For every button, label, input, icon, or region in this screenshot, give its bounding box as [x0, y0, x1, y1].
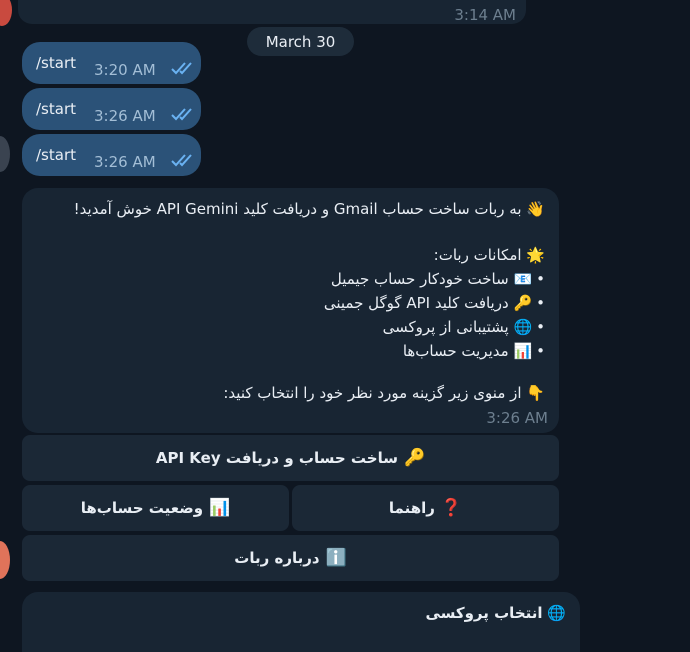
avatar[interactable] [0, 136, 10, 172]
button-label: ساخت حساب و دریافت API Key [155, 449, 398, 467]
previous-message-bubble: 3:14 AM [18, 0, 526, 24]
feature-item: •📊 مدیریت حساب‌ها [402, 342, 545, 360]
information-icon: ℹ️ [325, 548, 347, 568]
message-text: /start [36, 54, 76, 72]
account-status-button[interactable]: 📊 وضعیت حساب‌ها [22, 485, 289, 531]
double-check-icon [171, 154, 192, 167]
about-button[interactable]: ℹ️ درباره ربات [22, 535, 559, 581]
message-text: /start [36, 100, 76, 118]
button-label: درباره ربات [234, 549, 320, 567]
key-icon: 🔑 [403, 448, 426, 468]
glowing-star-icon: 🌟 [526, 246, 545, 264]
bar-chart-icon: 📊 [209, 498, 231, 518]
outgoing-message[interactable]: /start 3:20 AM [22, 42, 201, 84]
avatar-top[interactable] [0, 0, 12, 26]
prompt-text: از منوی زیر گزینه مورد نظر خود را انتخاب… [223, 384, 522, 402]
outgoing-message[interactable]: /start 3:26 AM [22, 88, 201, 130]
message-time: 3:26 AM [486, 409, 548, 427]
bar-chart-icon: 📊 [513, 342, 533, 360]
proxy-title-line: 🌐 انتخاب پروکسی [425, 604, 566, 622]
button-label: وضعیت حساب‌ها [80, 499, 204, 517]
waving-hand-icon: 👋 [526, 200, 545, 218]
feature-item: •📧 ساخت خودکار حساب جیمیل [330, 270, 545, 288]
button-label: راهنما [388, 499, 435, 517]
welcome-text: به ربات ساخت حساب Gmail و دریافت کلید AP… [73, 200, 522, 218]
globe-icon: 🌐 [513, 318, 533, 336]
help-button[interactable]: ❓ راهنما [292, 485, 559, 531]
date-separator[interactable]: March 30 [247, 27, 354, 56]
feature-item: •🔑 دریافت کلید API گوگل جمینی [323, 294, 545, 312]
message-time: 3:26 AM [94, 107, 156, 125]
proxy-title: انتخاب پروکسی [425, 604, 543, 622]
feature-item: •🌐 پشتیبانی از پروکسی [382, 318, 545, 336]
double-check-icon [171, 108, 192, 121]
bot-message-proxy[interactable]: 🌐 انتخاب پروکسی [22, 592, 580, 652]
envelope-icon: 📧 [513, 270, 533, 288]
message-time: 3:14 AM [454, 6, 516, 24]
features-title-line: 🌟 امکانات ربات: [434, 246, 545, 264]
pointing-down-icon: 👇 [526, 384, 545, 402]
message-text: /start [36, 146, 76, 164]
outgoing-message[interactable]: /start 3:26 AM [22, 134, 201, 176]
question-mark-icon: ❓ [440, 498, 463, 518]
key-icon: 🔑 [513, 294, 533, 312]
prompt-line: 👇 از منوی زیر گزینه مورد نظر خود را انتخ… [223, 384, 545, 402]
create-account-button[interactable]: 🔑 ساخت حساب و دریافت API Key [22, 435, 559, 481]
double-check-icon [171, 62, 192, 75]
features-title: امکانات ربات: [433, 246, 522, 264]
message-time: 3:26 AM [94, 153, 156, 171]
globe-icon: 🌐 [547, 604, 566, 622]
welcome-line: 👋 به ربات ساخت حساب Gmail و دریافت کلید … [74, 200, 545, 218]
message-time: 3:20 AM [94, 61, 156, 79]
bot-message[interactable]: 👋 به ربات ساخت حساب Gmail و دریافت کلید … [22, 188, 559, 433]
bot-avatar[interactable] [0, 541, 10, 579]
